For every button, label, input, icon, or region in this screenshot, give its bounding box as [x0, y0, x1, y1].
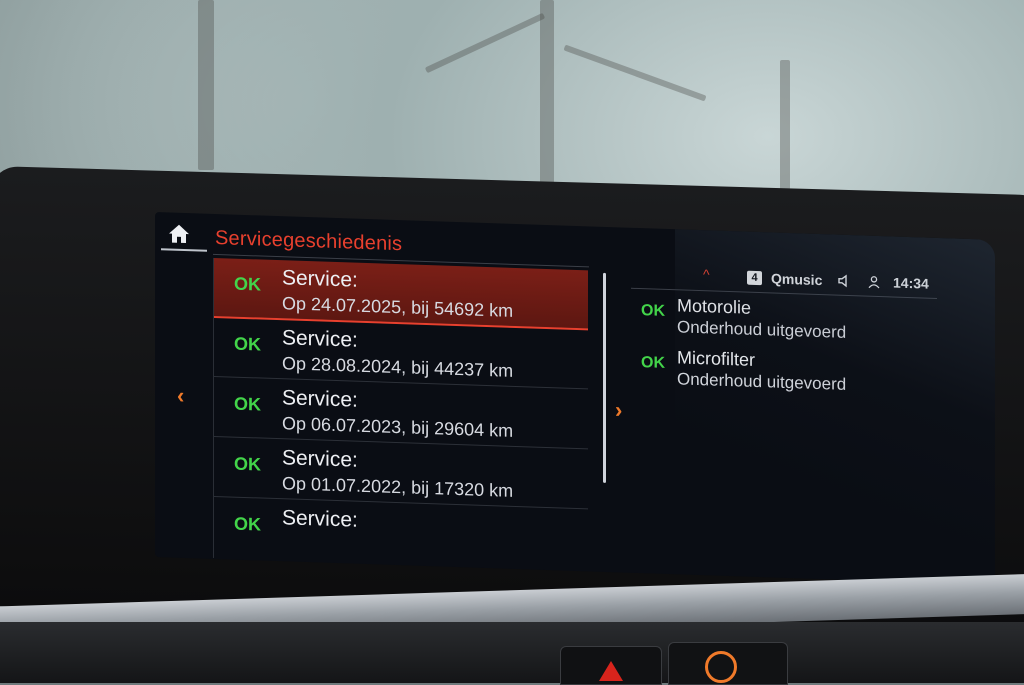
- status-ok-label: OK: [641, 302, 665, 320]
- detail-description: Onderhoud uitgevoerd: [677, 317, 847, 342]
- detail-item: OK Microfilter Onderhoud uitgevoerd: [635, 346, 935, 406]
- hazard-button[interactable]: [560, 646, 662, 685]
- detail-title: Microfilter: [677, 347, 756, 370]
- service-title: Service:: [282, 386, 358, 412]
- clock-time: 14:34: [893, 274, 929, 292]
- home-icon[interactable]: [167, 222, 191, 245]
- radio-station-label[interactable]: Qmusic: [771, 270, 822, 288]
- driving-assist-button[interactable]: [668, 642, 788, 685]
- service-history-list: OK Service: Op 24.07.2025, bij 54692 km …: [213, 257, 588, 571]
- service-detail: Op 06.07.2023, bij 29604 km: [282, 413, 514, 441]
- detail-title: Motorolie: [677, 295, 752, 318]
- right-arrow-icon[interactable]: ›: [615, 397, 622, 423]
- list-item[interactable]: OK Service: Op 06.07.2023, bij 29604 km: [214, 377, 588, 450]
- status-ok-label: OK: [234, 273, 261, 295]
- status-ok-label: OK: [234, 453, 261, 475]
- service-detail: Op 24.07.2025, bij 54692 km: [282, 293, 514, 321]
- list-item[interactable]: OK Service: Op 01.07.2022, bij 17320 km: [214, 437, 588, 510]
- page-title: Servicegeschiedenis: [215, 226, 403, 256]
- tree-branch: [424, 12, 546, 74]
- dashboard-console: [0, 622, 1024, 683]
- home-tab-indicator: [161, 248, 207, 252]
- caret-up-icon[interactable]: ^: [703, 266, 710, 282]
- detail-item: OK Motorolie Onderhoud uitgevoerd: [635, 294, 935, 354]
- tree-trunk: [198, 0, 214, 170]
- status-ok-label: OK: [234, 333, 261, 355]
- list-scrollbar[interactable]: [603, 272, 606, 483]
- service-detail: Op 01.07.2022, bij 17320 km: [282, 473, 514, 501]
- tree-trunk: [540, 0, 554, 185]
- status-ok-label: OK: [234, 513, 261, 535]
- speaker-icon[interactable]: [837, 274, 851, 291]
- infotainment-screen: Servicegeschiedenis ‹ OK Service: Op 24.…: [155, 212, 995, 585]
- service-title: Service:: [282, 506, 358, 532]
- list-item[interactable]: OK Service: Op 28.08.2024, bij 44237 km: [214, 317, 588, 390]
- service-detail: Op 28.08.2024, bij 44237 km: [282, 353, 514, 381]
- tree-trunk: [780, 60, 790, 190]
- list-item[interactable]: OK Service:: [214, 498, 588, 568]
- detail-description: Onderhoud uitgevoerd: [677, 369, 847, 394]
- service-title: Service:: [282, 446, 358, 472]
- driving-assist-icon: [705, 651, 737, 683]
- hazard-icon: [599, 661, 623, 681]
- service-title: Service:: [282, 326, 358, 352]
- radio-preset-badge: 4: [747, 270, 762, 286]
- status-ok-label: OK: [234, 393, 261, 415]
- service-title: Service:: [282, 266, 358, 292]
- user-icon[interactable]: [867, 275, 881, 292]
- left-arrow-icon[interactable]: ‹: [177, 383, 184, 409]
- tree-branch: [563, 44, 707, 102]
- status-ok-label: OK: [641, 354, 665, 372]
- status-bar: ^ 4 Qmusic 14:34: [631, 263, 937, 299]
